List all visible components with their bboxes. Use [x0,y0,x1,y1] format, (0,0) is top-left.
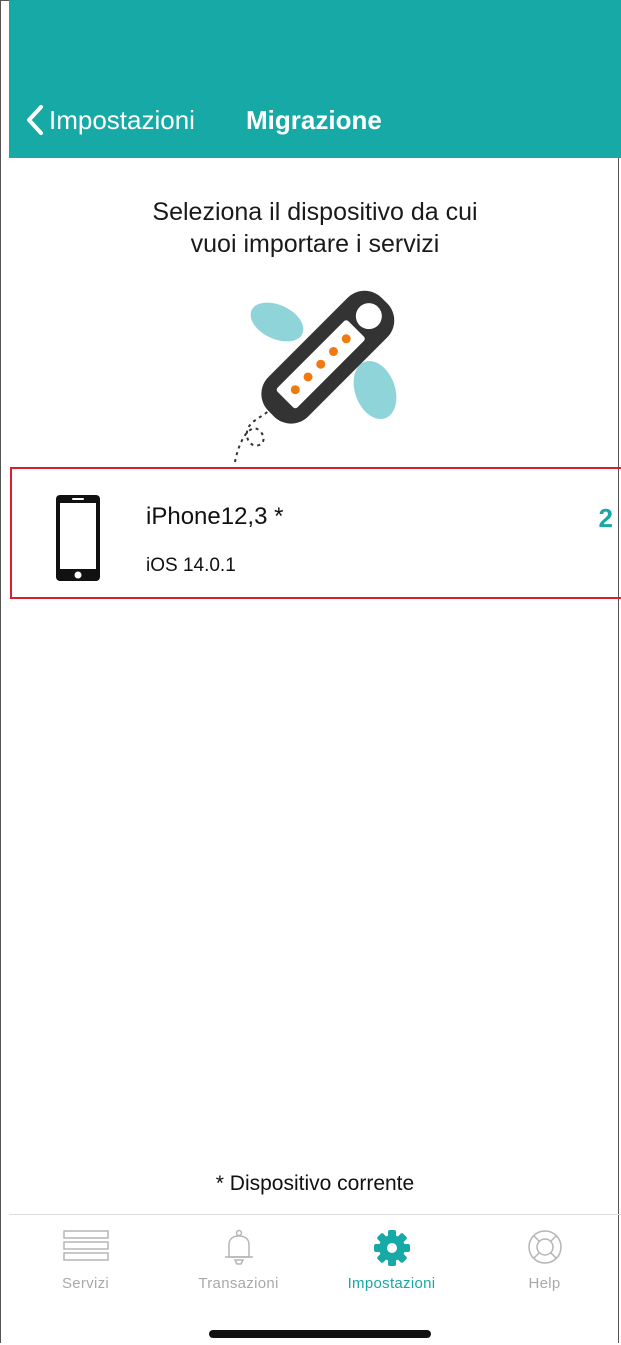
usb-key-illustration [234,290,397,463]
bell-icon [224,1229,253,1265]
instruction-text: Seleziona il dispositivo da cui vuoi imp… [9,196,621,260]
tab-bar: Servizi Transazioni Impostazioni Help [9,1214,621,1297]
home-indicator [209,1330,431,1338]
lifebuoy-icon [527,1230,562,1264]
tab-servizi[interactable]: Servizi [9,1215,162,1297]
device-name: iPhone12,3 * [146,503,284,530]
tab-transazioni[interactable]: Transazioni [162,1215,315,1297]
tab-impostazioni[interactable]: Impostazioni [315,1215,468,1297]
instruction-line-1: Seleziona il dispositivo da cui [152,198,478,226]
back-button[interactable]: Impostazioni [25,100,195,140]
service-count-badge: 2 [598,503,613,533]
instruction-line-2: vuoi importare i servizi [190,230,440,258]
current-device-footnote: * Dispositivo corrente [215,1172,415,1195]
back-label: Impostazioni [49,104,195,135]
device-os-version: iOS 14.0.1 [146,555,236,576]
chevron-left-icon [27,105,43,135]
tab-help[interactable]: Help [468,1215,621,1297]
device-list-item[interactable]: iPhone12,3 * iOS 14.0.1 2 [10,467,621,599]
tab-label-transazioni: Transazioni [198,1275,279,1292]
gear-icon [373,1230,410,1266]
tab-label-impostazioni: Impostazioni [347,1275,436,1292]
nav-header: Impostazioni Migrazione [9,0,621,158]
tab-label-servizi: Servizi [61,1275,110,1292]
tab-label-help: Help [528,1275,561,1292]
smartphone-icon [56,495,100,581]
page-title: Migrazione [246,105,382,135]
list-icon [62,1230,109,1261]
